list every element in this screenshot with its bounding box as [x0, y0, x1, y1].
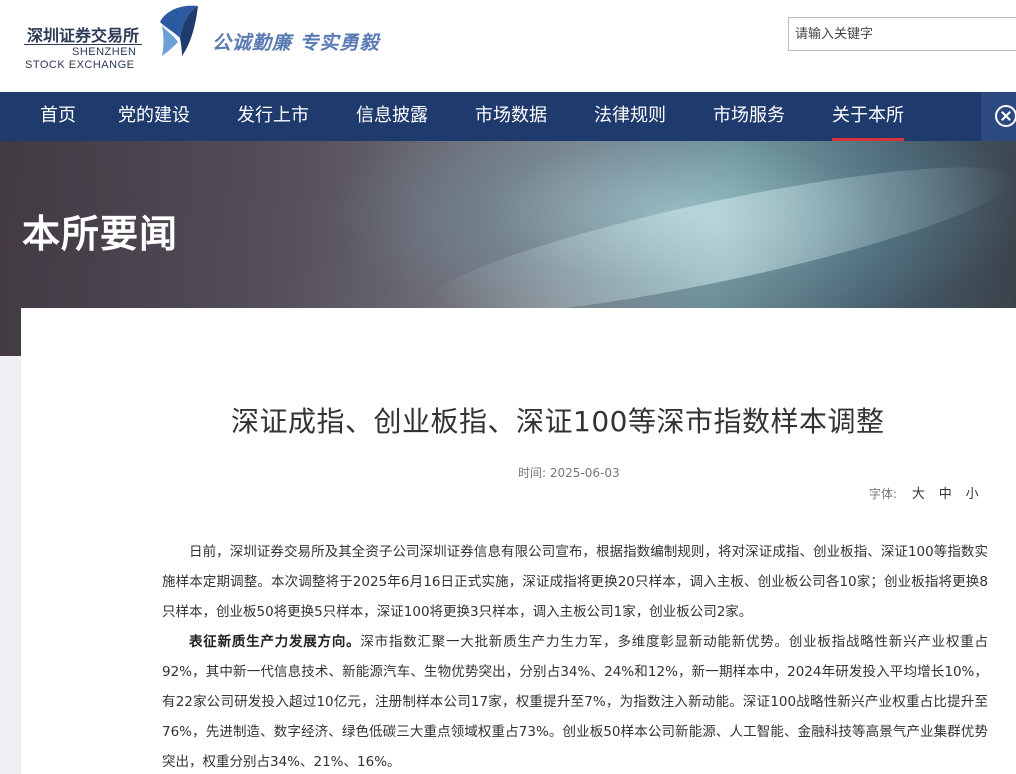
nav-item-party-building[interactable]: 党的建设	[118, 92, 190, 141]
main-nav: 首页 党的建设 发行上市 信息披露 市场数据 法律规则 市场服务 关于本所	[0, 92, 1016, 141]
nav-item-home[interactable]: 首页	[40, 92, 76, 141]
font-medium-button[interactable]: 中	[939, 487, 952, 502]
site-header: 深圳证券交易所 SHENZHEN STOCK EXCHANGE 公诚勤廉 专实勇…	[0, 0, 1016, 92]
paragraph-2-text: 深市指数汇聚一大批新质生产力生力军，多维度彰显新动能新优势。创业板指战略性新兴产…	[162, 634, 989, 770]
nav-item-about[interactable]: 关于本所	[832, 92, 904, 141]
nav-item-disclosure[interactable]: 信息披露	[356, 92, 428, 141]
banner-title: 本所要闻	[22, 212, 179, 256]
nav-close-button[interactable]	[981, 92, 1016, 141]
nav-item-rules[interactable]: 法律规则	[594, 92, 666, 141]
article-card: 深证成指、创业板指、深证100等深市指数样本调整 时间: 2025-06-03 …	[21, 308, 1016, 774]
logo-divider	[24, 44, 142, 45]
search-box	[788, 17, 1016, 51]
slogan: 公诚勤廉 专实勇毅	[212, 32, 380, 54]
paragraph-2-heading: 表征新质生产力发展方向。	[189, 634, 361, 650]
close-circle-icon	[995, 105, 1016, 127]
article-title: 深证成指、创业板指、深证100等深市指数样本调整	[231, 405, 885, 438]
szse-logo[interactable]: 深圳证券交易所 SHENZHEN STOCK EXCHANGE	[22, 2, 202, 88]
nav-item-listing[interactable]: 发行上市	[237, 92, 309, 141]
font-size-control: 字体: 大 中 小	[869, 483, 984, 502]
article-meta: 时间: 2025-06-03	[518, 464, 620, 481]
szse-emblem-icon	[160, 5, 198, 56]
publish-date: 2025-06-03	[549, 466, 620, 480]
paragraph-2: 表征新质生产力发展方向。深市指数汇聚一大批新质生产力生力军，多维度彰显新动能新优…	[162, 627, 988, 774]
search-input[interactable]	[789, 18, 1016, 50]
font-small-button[interactable]: 小	[966, 487, 979, 502]
logo-english-line2: STOCK EXCHANGE	[25, 59, 135, 71]
paragraph-1: 日前，深圳证券交易所及其全资子公司深圳证券信息有限公司宣布，根据指数编制规则，将…	[162, 544, 988, 620]
nav-item-market-data[interactable]: 市场数据	[475, 92, 547, 141]
nav-item-market-services[interactable]: 市场服务	[713, 92, 785, 141]
font-large-button[interactable]: 大	[912, 487, 925, 502]
font-size-label: 字体:	[869, 487, 898, 501]
logo-chinese-name: 深圳证券交易所	[27, 26, 140, 45]
logo-english-line1: SHENZHEN	[72, 46, 137, 58]
time-label: 时间:	[518, 466, 547, 480]
article-body: 日前，深圳证券交易所及其全资子公司深圳证券信息有限公司宣布，根据指数编制规则，将…	[162, 537, 988, 774]
